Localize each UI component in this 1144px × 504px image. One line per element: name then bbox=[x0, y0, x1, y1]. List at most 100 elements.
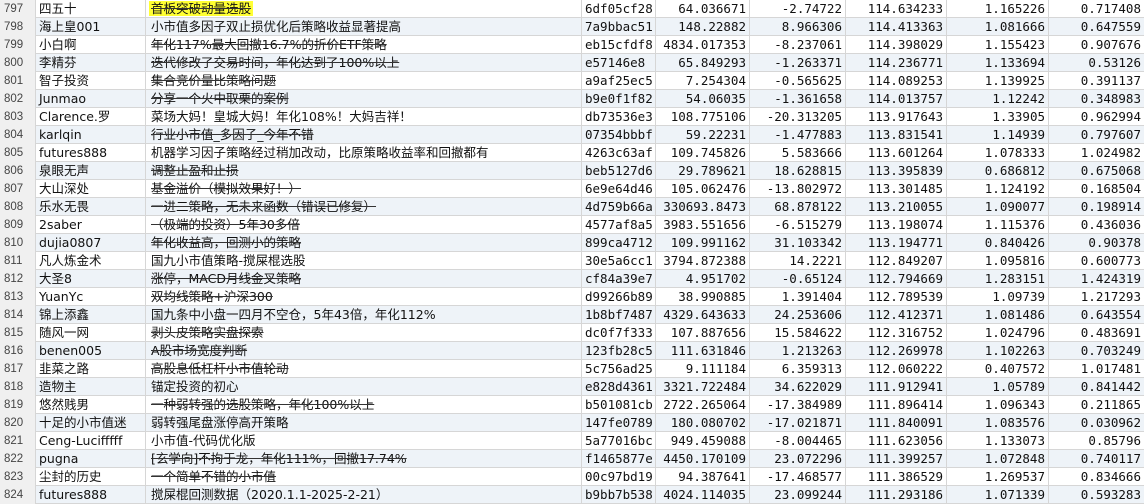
value-cell-4[interactable]: 1.115376 bbox=[947, 216, 1049, 234]
value-cell-1[interactable]: 7.254304 bbox=[656, 72, 750, 90]
value-cell-1[interactable]: 4450.170109 bbox=[656, 450, 750, 468]
table-row[interactable]: 824 futures888 搅屎棍回测数据（2020.1.1-2025-2-21）… bbox=[0, 486, 1144, 504]
title-cell[interactable]: （极端的投资）5年30多倍 bbox=[146, 216, 582, 234]
value-cell-4[interactable]: 1.12242 bbox=[947, 90, 1049, 108]
title-cell[interactable]: [玄学向]不拘于龙，年化111%，回撤17.74% bbox=[146, 450, 582, 468]
value-cell-2[interactable]: 18.628815 bbox=[750, 162, 846, 180]
value-cell-3[interactable]: 111.293186 bbox=[846, 486, 947, 504]
table-row[interactable]: 815 随风一网 剥头皮策略实盘探索 dc0f7f333 107.887656 15.58… bbox=[0, 324, 1144, 342]
value-cell-3[interactable]: 111.912941 bbox=[846, 378, 947, 396]
user-cell[interactable]: 智子投资 bbox=[36, 72, 146, 90]
value-cell-5[interactable]: 1.024982 bbox=[1049, 144, 1144, 162]
value-cell-3[interactable]: 111.386529 bbox=[846, 468, 947, 486]
strategy-id-cell[interactable]: 30e5a6cc1 bbox=[582, 252, 656, 270]
table-row[interactable]: 803 Clarence.罗 菜场大妈！皇城大妈！年化108%！大妈吉祥！ db735… bbox=[0, 108, 1144, 126]
value-cell-2[interactable]: 23.072296 bbox=[750, 450, 846, 468]
strategy-id-cell[interactable]: 5c756ad25 bbox=[582, 360, 656, 378]
strategy-id-cell[interactable]: b9bb7b538 bbox=[582, 486, 656, 504]
strategy-id-cell[interactable]: eb15cfdf8 bbox=[582, 36, 656, 54]
strategy-id-cell[interactable]: cf84a39e7 bbox=[582, 270, 656, 288]
strategy-id-cell[interactable]: b9e0f1f82 bbox=[582, 90, 656, 108]
value-cell-3[interactable]: 113.395839 bbox=[846, 162, 947, 180]
user-cell[interactable]: futures888 bbox=[36, 486, 146, 504]
value-cell-2[interactable]: 8.966306 bbox=[750, 18, 846, 36]
value-cell-5[interactable]: 0.643554 bbox=[1049, 306, 1144, 324]
value-cell-4[interactable]: 1.024796 bbox=[947, 324, 1049, 342]
value-cell-5[interactable]: 0.85796 bbox=[1049, 432, 1144, 450]
title-cell[interactable]: 小市值多因子双止损优化后策略收益显著提高 bbox=[146, 18, 582, 36]
value-cell-2[interactable]: 68.878122 bbox=[750, 198, 846, 216]
strategy-id-cell[interactable]: 4577af8a5 bbox=[582, 216, 656, 234]
value-cell-3[interactable]: 112.794669 bbox=[846, 270, 947, 288]
value-cell-5[interactable]: 0.90378 bbox=[1049, 234, 1144, 252]
value-cell-2[interactable]: -1.477883 bbox=[750, 126, 846, 144]
title-cell[interactable]: 一进二策略，无未来函数（错误已修复） bbox=[146, 198, 582, 216]
value-cell-1[interactable]: 59.22231 bbox=[656, 126, 750, 144]
title-cell[interactable]: 国九条中小盘一四月不空仓，5年43倍，年化112% bbox=[146, 306, 582, 324]
value-cell-3[interactable]: 113.198074 bbox=[846, 216, 947, 234]
value-cell-1[interactable]: 29.789621 bbox=[656, 162, 750, 180]
value-cell-4[interactable]: 1.133073 bbox=[947, 432, 1049, 450]
table-row[interactable]: 802 Junmao 分享一个火中取栗的案例 b9e0f1f82 54.06035 -1.… bbox=[0, 90, 1144, 108]
value-cell-4[interactable]: 1.095816 bbox=[947, 252, 1049, 270]
strategy-id-cell[interactable]: 6df05cf28 bbox=[582, 0, 656, 18]
value-cell-1[interactable]: 9.111184 bbox=[656, 360, 750, 378]
value-cell-3[interactable]: 111.896414 bbox=[846, 396, 947, 414]
value-cell-3[interactable]: 111.623056 bbox=[846, 432, 947, 450]
value-cell-5[interactable]: 0.962994 bbox=[1049, 108, 1144, 126]
value-cell-3[interactable]: 114.398029 bbox=[846, 36, 947, 54]
value-cell-5[interactable]: 1.217293 bbox=[1049, 288, 1144, 306]
value-cell-4[interactable]: 1.081486 bbox=[947, 306, 1049, 324]
value-cell-3[interactable]: 114.634233 bbox=[846, 0, 947, 18]
table-row[interactable]: 816 benen005 A股市场宽度判断 123fb28c5 111.631846 1.… bbox=[0, 342, 1144, 360]
title-cell[interactable]: 首板突破动量选股 bbox=[146, 0, 582, 18]
value-cell-1[interactable]: 949.459088 bbox=[656, 432, 750, 450]
value-cell-2[interactable]: -17.384989 bbox=[750, 396, 846, 414]
user-cell[interactable]: 韭菜之路 bbox=[36, 360, 146, 378]
value-cell-1[interactable]: 4024.114035 bbox=[656, 486, 750, 504]
table-row[interactable]: 805 futures888 机器学习因子策略经过稍加改动，比原策略收益率和回撤都有… bbox=[0, 144, 1144, 162]
table-row[interactable]: 822 pugna [玄学向]不拘于龙，年化111%，回撤17.74% f146587… bbox=[0, 450, 1144, 468]
strategy-id-cell[interactable]: 7a9bbac51 bbox=[582, 18, 656, 36]
user-cell[interactable]: futures888 bbox=[36, 144, 146, 162]
table-row[interactable]: 810 dujia0807 年化收益高，回测小的策略 899ca4712 109.991… bbox=[0, 234, 1144, 252]
table-row[interactable]: 804 karlqin 行业小市值_多因子_今年不错 07354bbbf 59.2223… bbox=[0, 126, 1144, 144]
value-cell-5[interactable]: 0.168504 bbox=[1049, 180, 1144, 198]
value-cell-5[interactable]: 0.717408 bbox=[1049, 0, 1144, 18]
value-cell-2[interactable]: -13.802972 bbox=[750, 180, 846, 198]
table-row[interactable]: 813 YuanYc 双均线策略+沪深300 d99266b89 38.990885 1.… bbox=[0, 288, 1144, 306]
value-cell-5[interactable]: 0.834666 bbox=[1049, 468, 1144, 486]
value-cell-3[interactable]: 114.236771 bbox=[846, 54, 947, 72]
value-cell-2[interactable]: 24.253606 bbox=[750, 306, 846, 324]
user-cell[interactable]: karlqin bbox=[36, 126, 146, 144]
strategy-id-cell[interactable]: d99266b89 bbox=[582, 288, 656, 306]
value-cell-5[interactable]: 0.198914 bbox=[1049, 198, 1144, 216]
title-cell[interactable]: 基金溢价（模拟效果好！） bbox=[146, 180, 582, 198]
title-cell[interactable]: 一种弱转强的选股策略，年化100%以上 bbox=[146, 396, 582, 414]
value-cell-4[interactable]: 1.155423 bbox=[947, 36, 1049, 54]
title-cell[interactable]: 双均线策略+沪深300 bbox=[146, 288, 582, 306]
user-cell[interactable]: 泉眼无声 bbox=[36, 162, 146, 180]
value-cell-5[interactable]: 0.211865 bbox=[1049, 396, 1144, 414]
user-cell[interactable]: 2saber bbox=[36, 216, 146, 234]
strategy-id-cell[interactable]: e828d4361 bbox=[582, 378, 656, 396]
value-cell-1[interactable]: 3321.722484 bbox=[656, 378, 750, 396]
strategy-id-cell[interactable]: 4d759b66a bbox=[582, 198, 656, 216]
value-cell-3[interactable]: 113.831541 bbox=[846, 126, 947, 144]
value-cell-5[interactable]: 0.436036 bbox=[1049, 216, 1144, 234]
table-row[interactable]: 819 悠然贱男 一种弱转强的选股策略，年化100%以上 b501081cb 2722.… bbox=[0, 396, 1144, 414]
user-cell[interactable]: 凡人炼金术 bbox=[36, 252, 146, 270]
value-cell-4[interactable]: 1.072848 bbox=[947, 450, 1049, 468]
user-cell[interactable]: 大山深处 bbox=[36, 180, 146, 198]
strategy-id-cell[interactable]: b501081cb bbox=[582, 396, 656, 414]
title-cell[interactable]: 涨停，MACD月线金叉策略 bbox=[146, 270, 582, 288]
value-cell-5[interactable]: 0.841442 bbox=[1049, 378, 1144, 396]
value-cell-3[interactable]: 111.840091 bbox=[846, 414, 947, 432]
value-cell-1[interactable]: 330693.8473 bbox=[656, 198, 750, 216]
value-cell-4[interactable]: 1.165226 bbox=[947, 0, 1049, 18]
user-cell[interactable]: Ceng-Lucifffff bbox=[36, 432, 146, 450]
title-cell[interactable]: A股市场宽度判断 bbox=[146, 342, 582, 360]
value-cell-2[interactable]: 34.622029 bbox=[750, 378, 846, 396]
user-cell[interactable]: 悠然贱男 bbox=[36, 396, 146, 414]
value-cell-3[interactable]: 114.013757 bbox=[846, 90, 947, 108]
